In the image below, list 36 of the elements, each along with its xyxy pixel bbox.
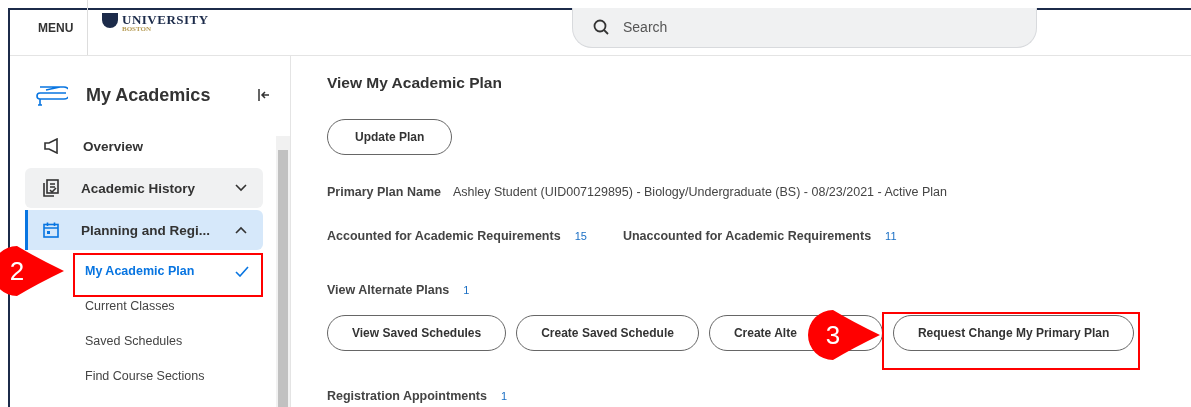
sidebar-item[interactable]: Planning and Regi...: [25, 210, 263, 250]
graduation-cap-icon: [34, 84, 68, 106]
shield-icon: [102, 12, 118, 29]
sidebar-item[interactable]: Academic History: [25, 168, 263, 208]
field-label: Unaccounted for Academic Requirements: [622, 229, 872, 243]
collapse-icon[interactable]: [258, 89, 270, 101]
count-link[interactable]: 1: [463, 284, 470, 296]
document-check-icon: [43, 179, 59, 197]
count-link[interactable]: 1: [500, 390, 508, 402]
checkmark-icon: [235, 265, 249, 277]
menu-button[interactable]: MENU: [10, 0, 88, 55]
field-label: Accounted for Academic Requirements: [327, 229, 561, 243]
sidebar-title: My Academics: [86, 84, 212, 106]
sidebar-subitem[interactable]: Current Classes: [85, 294, 255, 318]
sidebar-item[interactable]: Overview: [25, 126, 263, 166]
sidebar-subitem[interactable]: Find Course Sections: [85, 364, 255, 388]
count-link[interactable]: 11: [885, 230, 897, 242]
chevron-icon[interactable]: [235, 226, 247, 234]
sidebar-subitem[interactable]: Saved Schedules: [85, 329, 255, 353]
page-title: View My Academic Plan: [327, 74, 503, 92]
calendar-icon: [43, 222, 59, 238]
field-label: Primary Plan Name: [327, 185, 441, 199]
count-link[interactable]: 15: [574, 230, 587, 242]
megaphone-icon: [43, 138, 61, 154]
field-label: Registration Appointments: [327, 389, 487, 403]
search-field[interactable]: Search: [572, 7, 1037, 48]
chevron-icon[interactable]: [235, 184, 247, 192]
search-icon: [593, 19, 609, 35]
action-button[interactable]: Request Change My Primary Plan: [892, 315, 1135, 351]
sidebar-subitem[interactable]: My Academic Plan: [85, 259, 255, 283]
action-button[interactable]: View Saved Schedules: [327, 315, 507, 351]
update-plan-button[interactable]: Update Plan: [327, 119, 453, 155]
field-value: Ashley Student (UID007129895) - Biology/Undergraduate (BS) - 08/23/2021 - Active Plan: [452, 185, 947, 199]
field-label: View Alternate Plans: [327, 283, 450, 297]
action-button[interactable]: Create Saved Schedule: [516, 315, 699, 351]
scrollbar[interactable]: [276, 136, 290, 407]
